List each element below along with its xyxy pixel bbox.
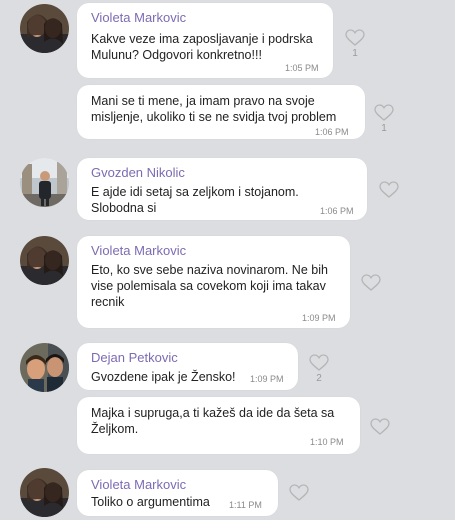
message-text: Gvozdene ipak je Žensko! xyxy=(91,370,236,384)
like-heart-icon[interactable] xyxy=(374,104,394,122)
message-timestamp: 1:10 PM xyxy=(310,437,344,447)
message-bubble: Violeta Markovic Toliko o argumentima 1:… xyxy=(77,470,278,516)
message-text: Kakve veze ima zaposljavanje i podrska M… xyxy=(91,32,313,62)
message-timestamp: 1:05 PM xyxy=(285,63,319,73)
avatar-gvozden[interactable] xyxy=(20,158,69,207)
message-bubble: Majka i supruga,a ti kažeš da ide da šet… xyxy=(77,397,360,454)
message-text: E ajde idi setaj sa zeljkom i stojanom. … xyxy=(91,185,299,215)
like-count: 2 xyxy=(316,373,322,384)
message-text: Mani se ti mene, ja imam pravo na svoje … xyxy=(91,94,337,124)
message-timestamp: 1:06 PM xyxy=(320,206,354,216)
like-heart-icon[interactable] xyxy=(345,29,365,47)
message-text: Majka i supruga,a ti kažeš da ide da šet… xyxy=(91,406,335,436)
message-timestamp: 1:06 PM xyxy=(315,127,349,137)
message-timestamp: 1:11 PM xyxy=(229,500,262,510)
sender-name[interactable]: Violeta Markovic xyxy=(91,477,186,492)
message-bubble: Violeta Markovic Kakve veze ima zaposlja… xyxy=(77,3,333,78)
avatar-violeta[interactable] xyxy=(20,4,69,53)
sender-name[interactable]: Gvozden Nikolic xyxy=(91,165,185,180)
message-text: Eto, ko sve sebe naziva novinarom. Ne bi… xyxy=(91,263,328,309)
like-heart-icon[interactable] xyxy=(361,274,381,292)
like-heart-icon[interactable] xyxy=(379,181,399,199)
message-timestamp: 1:09 PM xyxy=(302,313,336,323)
like-heart-icon[interactable] xyxy=(370,418,390,436)
message-bubble: Mani se ti mene, ja imam pravo na svoje … xyxy=(77,85,365,139)
message-bubble: Gvozden Nikolic E ajde idi setaj sa zelj… xyxy=(77,158,367,220)
like-heart-icon[interactable] xyxy=(309,354,329,372)
message-bubble: Violeta Markovic Eto, ko sve sebe naziva… xyxy=(77,236,350,328)
avatar-violeta[interactable] xyxy=(20,236,69,285)
like-count: 1 xyxy=(381,123,387,134)
message-timestamp: 1:09 PM xyxy=(250,374,284,384)
like-count: 1 xyxy=(352,48,358,59)
message-text: Toliko o argumentima xyxy=(91,495,210,509)
like-heart-icon[interactable] xyxy=(289,484,309,502)
sender-name[interactable]: Violeta Markovic xyxy=(91,243,186,258)
message-bubble: Dejan Petkovic Gvozdene ipak je Žensko! … xyxy=(77,343,298,390)
sender-name[interactable]: Dejan Petkovic xyxy=(91,350,178,365)
avatar-violeta[interactable] xyxy=(20,468,69,517)
avatar-dejan[interactable] xyxy=(20,343,69,392)
sender-name[interactable]: Violeta Markovic xyxy=(91,10,186,25)
